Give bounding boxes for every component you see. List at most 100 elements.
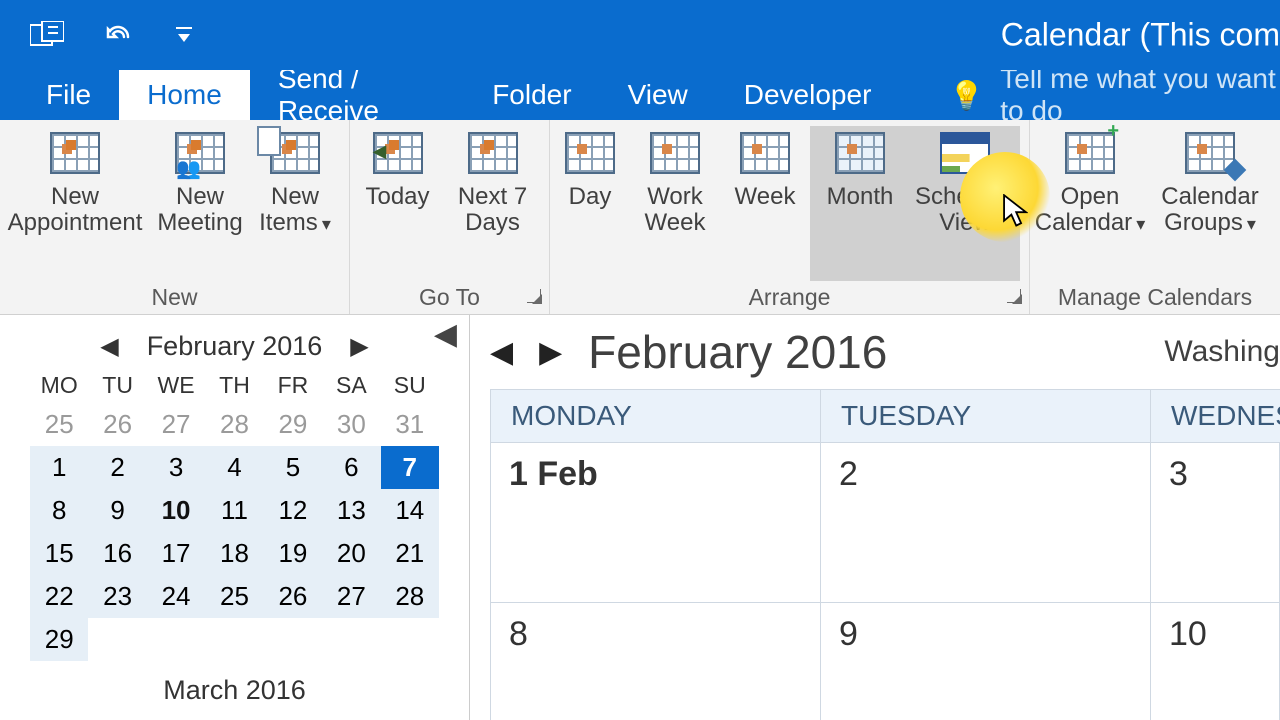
date-cell <box>381 618 439 661</box>
work-week-view-button[interactable]: Work Week <box>630 126 720 281</box>
date-cell[interactable]: 28 <box>381 575 439 618</box>
date-cell[interactable]: 9 <box>88 489 146 532</box>
prev-month-icon[interactable]: ◀ <box>100 332 118 361</box>
date-cell[interactable]: 14 <box>381 489 439 532</box>
date-cell[interactable]: 1 <box>30 446 88 489</box>
date-cell[interactable]: 27 <box>147 403 205 446</box>
new-meeting-button[interactable]: New Meeting <box>150 126 250 281</box>
dialog-launcher-icon[interactable] <box>1007 289 1021 303</box>
open-calendar-button[interactable]: Open Calendar <box>1030 126 1150 281</box>
date-cell[interactable]: 16 <box>88 532 146 575</box>
dow-cell: TH <box>205 372 263 399</box>
date-cell[interactable]: 20 <box>322 532 380 575</box>
ribbon-group-manage-calendars: Open Calendar Calendar Groups Manage Cal… <box>1030 120 1280 314</box>
date-cell[interactable]: 27 <box>322 575 380 618</box>
tab-home[interactable]: Home <box>119 70 250 120</box>
new-items-button[interactable]: New Items <box>250 126 340 281</box>
tell-me-search[interactable]: 💡 Tell me what you want to do <box>949 70 1280 120</box>
undo-icon[interactable] <box>104 23 134 47</box>
date-cell[interactable]: 26 <box>88 403 146 446</box>
minical-month-label: February 2016 <box>147 331 323 362</box>
calendar-grid[interactable]: 1 Feb 2 3 8 9 10 <box>490 443 1280 720</box>
month-view-button[interactable]: Month <box>810 126 910 281</box>
week-view-button[interactable]: Week <box>720 126 810 281</box>
date-cell[interactable]: 29 <box>30 618 88 661</box>
dow-cell: TU <box>88 372 146 399</box>
date-cell[interactable]: 29 <box>264 403 322 446</box>
date-cell[interactable]: 8 <box>30 489 88 532</box>
col-head: WEDNESE <box>1151 390 1280 442</box>
label-line: Items <box>259 210 331 236</box>
schedule-view-button[interactable]: Schedule View <box>910 126 1020 281</box>
dialog-launcher-icon[interactable] <box>527 289 541 303</box>
quick-access-toolbar <box>0 21 194 49</box>
new-appointment-button[interactable]: New Appointment <box>0 126 150 281</box>
col-head: MONDAY <box>491 390 821 442</box>
day-cell[interactable]: 3 <box>1151 443 1280 603</box>
date-cell[interactable]: 6 <box>322 446 380 489</box>
label-line: Meeting <box>157 210 242 236</box>
customize-qat-icon[interactable] <box>174 24 194 46</box>
date-cell[interactable]: 30 <box>322 403 380 446</box>
date-cell[interactable]: 3 <box>147 446 205 489</box>
date-cell[interactable]: 25 <box>205 575 263 618</box>
date-cell[interactable]: 7 <box>381 446 439 489</box>
date-cell[interactable]: 31 <box>381 403 439 446</box>
col-head: TUESDAY <box>821 390 1151 442</box>
date-cell[interactable]: 10 <box>147 489 205 532</box>
date-cell <box>88 618 146 661</box>
date-cell[interactable]: 24 <box>147 575 205 618</box>
date-cell[interactable]: 15 <box>30 532 88 575</box>
label-line: Week <box>735 184 796 210</box>
date-cell[interactable]: 22 <box>30 575 88 618</box>
day-cell[interactable]: 2 <box>821 443 1151 603</box>
date-cell[interactable]: 4 <box>205 446 263 489</box>
calendar-main: ◀ ▶ February 2016 Washing MONDAY TUESDAY… <box>470 315 1280 720</box>
tab-view[interactable]: View <box>600 70 716 120</box>
calendar-header: ◀ ▶ February 2016 Washing <box>490 321 1280 389</box>
prev-period-icon[interactable]: ◀ <box>490 335 513 370</box>
date-cell[interactable]: 19 <box>264 532 322 575</box>
day-cell[interactable]: 8 <box>491 603 821 720</box>
date-cell[interactable]: 2 <box>88 446 146 489</box>
date-cell <box>264 618 322 661</box>
date-cell[interactable]: 25 <box>30 403 88 446</box>
calendar-groups-button[interactable]: Calendar Groups <box>1150 126 1270 281</box>
tab-send-receive[interactable]: Send / Receive <box>250 70 464 120</box>
date-cell[interactable]: 17 <box>147 532 205 575</box>
day-view-button[interactable]: Day <box>550 126 630 281</box>
dow-cell: SA <box>322 372 380 399</box>
date-cell <box>147 618 205 661</box>
label-line: Calendar <box>1035 210 1145 236</box>
date-cell[interactable]: 18 <box>205 532 263 575</box>
day-cell[interactable]: 1 Feb <box>491 443 821 603</box>
tab-folder[interactable]: Folder <box>464 70 599 120</box>
date-cell[interactable]: 23 <box>88 575 146 618</box>
label-line: New <box>8 184 143 210</box>
date-cell[interactable]: 26 <box>264 575 322 618</box>
tab-file[interactable]: File <box>18 70 119 120</box>
date-cell[interactable]: 28 <box>205 403 263 446</box>
today-button[interactable]: Today <box>350 126 445 281</box>
tab-developer[interactable]: Developer <box>716 70 900 120</box>
calendar-title: February 2016 <box>588 325 887 379</box>
label-line: Month <box>827 184 894 210</box>
label-line: New <box>259 184 331 210</box>
label-line: Work <box>645 184 706 210</box>
day-cell[interactable]: 10 <box>1151 603 1280 720</box>
minical-grid: 2526272829303112345678910111213141516171… <box>30 403 439 661</box>
next-7-days-button[interactable]: Next 7 Days <box>445 126 540 281</box>
app-icon[interactable] <box>30 21 64 49</box>
ribbon-tabs: File Home Send / Receive Folder View Dev… <box>0 70 1280 120</box>
label-line: Appointment <box>8 210 143 236</box>
group-label-goto: Go To <box>350 281 549 314</box>
date-cell[interactable]: 12 <box>264 489 322 532</box>
date-cell[interactable]: 13 <box>322 489 380 532</box>
date-cell[interactable]: 5 <box>264 446 322 489</box>
date-cell[interactable]: 21 <box>381 532 439 575</box>
next-period-icon[interactable]: ▶ <box>539 335 562 370</box>
day-cell[interactable]: 9 <box>821 603 1151 720</box>
next-month-icon[interactable]: ▶ <box>350 332 368 361</box>
date-cell[interactable]: 11 <box>205 489 263 532</box>
collapse-nav-icon[interactable]: ◀ <box>434 317 457 352</box>
